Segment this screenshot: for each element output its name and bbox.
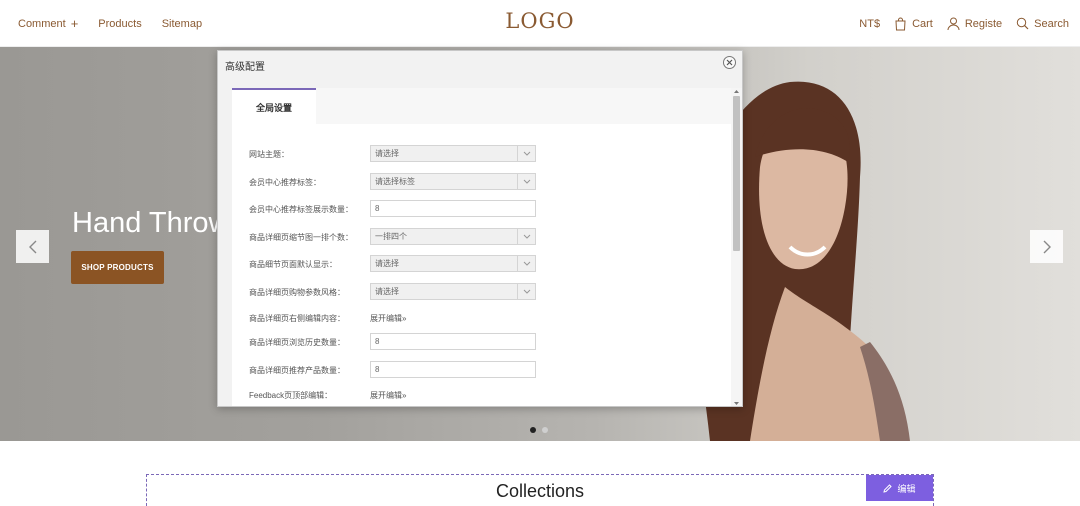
form-label: 商品细节页面默认显示： (249, 260, 337, 269)
search-icon (1016, 17, 1029, 29)
form-label: 商品详细页缩节图一排个数： (249, 233, 353, 242)
thumbnail-per-row-select[interactable]: 一排四个 (370, 228, 536, 245)
form-row-site-theme: 网站主题： 请选择 (249, 145, 719, 162)
history-count-input[interactable]: 8 (370, 333, 536, 350)
edit-label: 编辑 (897, 483, 916, 494)
dialog-title: 高级配置 (225, 62, 265, 73)
select-value: 请选择标签 (375, 177, 415, 186)
recommend-count-input[interactable]: 8 (370, 361, 536, 378)
form-label: 会员中心推荐标签展示数量： (249, 205, 353, 214)
shopping-bag-icon (895, 17, 906, 30)
form-row-recommend-count: 商品详细页推荐产品数量： 8 (249, 361, 719, 378)
tab-bar: 全局设置 (232, 88, 732, 124)
chevron-down-icon (517, 256, 535, 271)
carousel-dot-1[interactable] (530, 427, 536, 433)
nav-right: NT$ Cart Registe Search (859, 0, 1069, 47)
pencil-icon (883, 483, 893, 493)
form-row-purchase-style: 商品详细页购物参数风格： 请选择 (249, 283, 719, 300)
member-tags-select[interactable]: 请选择标签 (370, 173, 536, 190)
form-row-thumbnail-per-row: 商品详细页缩节图一排个数： 一排四个 (249, 228, 719, 245)
site-theme-select[interactable]: 请选择 (370, 145, 536, 162)
dialog-body: 全局设置 网站主题： 请选择 会员中心推荐标签： 请选择标签 会员中心推荐标签展… (232, 88, 732, 406)
close-icon (726, 59, 733, 66)
form-row-feedback-top: Feedback页顶部编辑： 展开编辑» (249, 386, 719, 403)
search-label: Search (1034, 17, 1069, 30)
search-link[interactable]: Search (1016, 17, 1069, 31)
select-value: 请选择 (375, 149, 399, 158)
site-header: Comment + Products Sitemap LOGO NT$ Cart… (0, 0, 1080, 47)
dialog-close-button[interactable] (723, 56, 736, 69)
select-value: 请选择 (375, 287, 399, 296)
select-value: 请选择 (375, 259, 399, 268)
chevron-left-icon (28, 240, 36, 253)
chevron-down-icon (517, 229, 535, 244)
scroll-thumb[interactable] (733, 96, 740, 251)
form-label: 商品详细页推荐产品数量： (249, 366, 345, 375)
expand-edit-link[interactable]: 展开编辑» (370, 390, 406, 401)
form-row-member-tag-count: 会员中心推荐标签展示数量： 8 (249, 200, 719, 217)
register-label: Registe (964, 17, 1003, 30)
scroll-up-icon[interactable] (733, 88, 740, 94)
user-icon (947, 17, 960, 30)
chevron-down-icon (517, 284, 535, 299)
purchase-style-select[interactable]: 请选择 (370, 283, 536, 300)
shop-products-button[interactable]: SHOP PRODUCTS (71, 251, 164, 284)
form-row-history-count: 商品详细页浏览历史数量： 8 (249, 333, 719, 350)
member-tag-count-input[interactable]: 8 (370, 200, 536, 217)
form-label: 商品详细页右侧编辑内容： (249, 314, 345, 323)
hero-headline: Hand Throw (72, 207, 230, 239)
tab-global-settings[interactable]: 全局设置 (232, 88, 316, 124)
form-label: 商品详细页购物参数风格： (249, 288, 345, 297)
form-label: 会员中心推荐标签： (249, 178, 321, 187)
form-label: 商品详细页浏览历史数量： (249, 338, 345, 347)
form-row-member-tags: 会员中心推荐标签： 请选择标签 (249, 173, 719, 190)
form-row-right-content: 商品详细页右侧编辑内容： 展开编辑» (249, 309, 719, 326)
advanced-config-dialog: 高级配置 全局设置 网站主题： 请选择 会员中心推荐标签： 请选择标签 会员中心… (217, 50, 743, 407)
carousel-dots (530, 427, 548, 433)
scroll-down-icon[interactable] (733, 400, 740, 406)
carousel-prev-button[interactable] (16, 230, 49, 263)
form-label: 网站主题： (249, 150, 289, 159)
chevron-down-icon (517, 174, 535, 189)
expand-edit-link[interactable]: 展开编辑» (370, 313, 406, 324)
carousel-dot-2[interactable] (542, 427, 548, 433)
chevron-right-icon (1043, 240, 1051, 253)
cart-link[interactable]: Cart (894, 17, 933, 31)
carousel-next-button[interactable] (1030, 230, 1063, 263)
select-value: 一排四个 (375, 232, 407, 241)
cart-label: Cart (912, 17, 933, 30)
chevron-down-icon (517, 146, 535, 161)
register-link[interactable]: Registe (947, 17, 1002, 31)
form-label: Feedback页顶部编辑： (249, 391, 333, 400)
dialog-scrollbar[interactable] (731, 88, 742, 406)
edit-section-button[interactable]: 编辑 (866, 475, 933, 501)
currency-selector[interactable]: NT$ (859, 18, 880, 30)
form-row-detail-default: 商品细节页面默认显示： 请选择 (249, 255, 719, 272)
detail-default-select[interactable]: 请选择 (370, 255, 536, 272)
